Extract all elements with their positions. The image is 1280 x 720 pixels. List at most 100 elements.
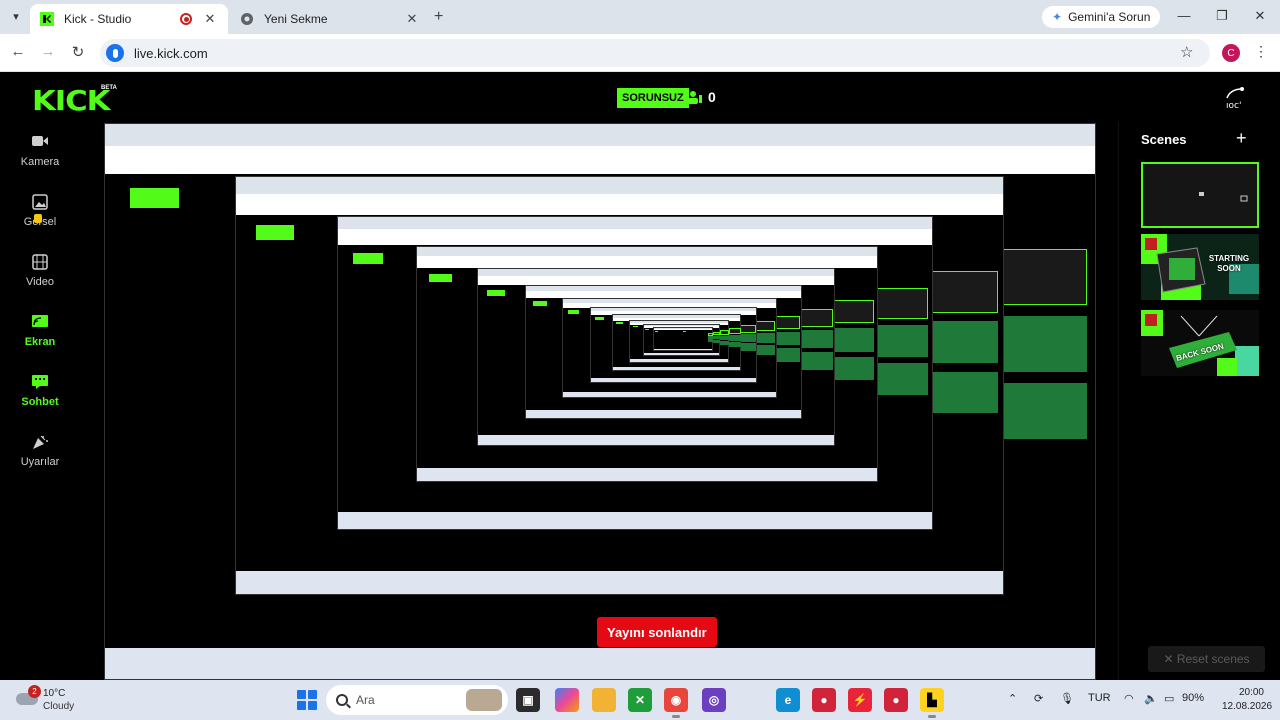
chrome-taskbar-icon[interactable]: ◉ <box>664 688 688 718</box>
chat-icon <box>0 374 80 392</box>
weather-condition: Cloudy <box>43 701 75 712</box>
notification-badge: 2 <box>28 685 41 698</box>
scene-thumbnail-2[interactable]: STARTING SOON <box>1141 234 1259 300</box>
reset-scenes-button[interactable]: ✕ Reset scenes <box>1148 646 1265 672</box>
forward-arrow-icon[interactable]: → <box>38 43 58 60</box>
nested-scene-thumbnail <box>712 332 721 336</box>
input-language[interactable]: TUR <box>1088 692 1111 704</box>
nested-scene-thumbnail <box>719 330 730 335</box>
copilot-icon[interactable] <box>555 688 579 712</box>
sidebar-item-label: Ekran <box>24 336 56 348</box>
screen-recorder-icon[interactable]: ◎ <box>702 688 726 712</box>
scene-label: STARTING SOON <box>1208 254 1250 273</box>
xbox-icon[interactable]: ✕ <box>628 688 652 712</box>
scene-preview-image <box>1143 164 1257 226</box>
nested-scene-thumbnail <box>754 321 776 332</box>
nested-address-bar <box>236 193 1004 215</box>
nested-kick-logo <box>567 310 579 314</box>
add-scene-plus-icon[interactable]: + <box>1236 128 1247 149</box>
nested-kick-logo <box>255 225 295 240</box>
scene-thumbnail-3[interactable]: BACK SOON <box>1141 310 1259 376</box>
gemini-sparkle-icon: ✦ <box>1052 10 1063 24</box>
lightning-app-icon[interactable]: ⚡ <box>848 688 872 712</box>
kick-favicon-icon <box>40 12 54 26</box>
sidebar-item-uyarilar[interactable]: Uyarılar <box>0 434 80 468</box>
end-stream-button[interactable]: Yayını sonlandır <box>597 617 717 647</box>
stream-preview-canvas[interactable] <box>104 123 1096 680</box>
chrome-icon <box>240 12 254 26</box>
tab-label: Kick - Studio <box>64 12 132 26</box>
back-arrow-icon[interactable]: ← <box>8 43 28 60</box>
tab-label: Yeni Sekme <box>264 12 328 26</box>
recording-indicator-icon <box>180 13 192 25</box>
film-icon <box>0 254 80 272</box>
close-window-icon[interactable]: ✕ <box>1250 8 1270 24</box>
microphone-icon[interactable]: 🎙 <box>1060 692 1074 705</box>
nested-taskbar <box>591 377 756 382</box>
ask-gemini-button[interactable]: ✦ Gemini'a Sorun <box>1042 6 1161 28</box>
nested-kick-logo <box>428 273 452 283</box>
windows-start-icon[interactable] <box>297 690 317 710</box>
close-tab-icon[interactable]: ✕ <box>404 11 420 27</box>
restore-window-icon[interactable]: ❐ <box>1212 8 1232 24</box>
nested-scene-thumbnail <box>830 356 875 381</box>
sidebar-item-sohbet[interactable]: Sohbet <box>0 374 80 408</box>
nested-scene-thumbnail <box>830 299 875 324</box>
tab-new-tab[interactable]: Yeni Sekme ✕ <box>230 4 430 34</box>
nested-scene-thumbnail <box>830 328 875 352</box>
browser-menu-icon[interactable]: ⋮ <box>1254 43 1268 60</box>
viewer-count: 0 <box>708 89 716 105</box>
nested-scene-thumbnail <box>871 287 929 319</box>
sidebar-item-ekran[interactable]: Ekran <box>0 314 80 348</box>
microphone-in-use-icon[interactable] <box>106 44 124 62</box>
volume-icon[interactable]: 🔈 <box>1144 692 1158 705</box>
scene-thumbnail-1[interactable] <box>1141 162 1259 228</box>
nested-scene-thumbnail <box>754 345 776 356</box>
system-clock[interactable]: 20:00 12.08.2026 <box>1222 686 1273 714</box>
app-red-2-icon[interactable]: ● <box>884 688 908 712</box>
nested-scene-thumbnail <box>719 335 730 340</box>
profile-avatar[interactable]: C <box>1222 44 1240 62</box>
nested-tab-bar <box>236 176 1004 194</box>
clock-date: 12.08.2026 <box>1222 701 1273 712</box>
new-tab-plus-icon[interactable]: + <box>434 8 450 26</box>
nested-kick-logo <box>595 316 604 320</box>
reload-icon[interactable]: ↻ <box>68 43 88 61</box>
nested-taskbar <box>338 512 933 530</box>
tray-overflow-chevron-icon[interactable]: ⌃ <box>1008 692 1017 705</box>
nested-scene-thumbnail <box>707 339 714 342</box>
nested-scene-thumbnail <box>740 334 756 342</box>
weather-widget[interactable]: 2 10°C Cloudy <box>14 685 94 715</box>
nested-tab-bar <box>338 216 933 230</box>
sync-icon[interactable]: ⟳ <box>1034 692 1043 705</box>
search-placeholder: Ara <box>356 693 375 707</box>
tab-search-menu-icon[interactable]: ▾ <box>6 7 26 27</box>
url-text: live.kick.com <box>134 45 208 61</box>
nested-address-bar <box>105 146 1095 175</box>
taskbar-search-input[interactable]: Ara <box>326 685 508 715</box>
nested-scene-thumbnail <box>728 328 741 334</box>
nested-taskbar <box>630 359 729 362</box>
nested-scene-thumbnail <box>798 309 833 327</box>
minimize-window-icon[interactable]: — <box>1174 8 1194 23</box>
file-explorer-icon[interactable] <box>592 688 616 712</box>
sidebar-item-kamera[interactable]: Kamera <box>0 134 80 168</box>
nested-scene-thumbnail <box>798 351 833 370</box>
close-tab-icon[interactable]: ✕ <box>202 11 218 27</box>
battery-icon[interactable]: ▭ <box>1164 692 1174 705</box>
clock-time: 20:00 <box>1238 687 1264 698</box>
search-icon <box>336 694 348 706</box>
address-bar[interactable]: live.kick.com <box>100 39 1210 67</box>
bookmark-star-icon[interactable]: ☆ <box>1180 43 1193 61</box>
wifi-icon[interactable]: ◠ <box>1124 692 1134 705</box>
edge-icon[interactable]: e <box>776 688 800 712</box>
kick-logo[interactable]: KICK <box>32 84 111 117</box>
user-avatar[interactable]: ıoc' <box>1222 84 1248 110</box>
nested-scene-thumbnail <box>740 343 756 351</box>
sidebar-item-video[interactable]: Video <box>0 254 80 288</box>
gemini-button-label: Gemini'a Sorun <box>1068 10 1151 24</box>
obs-style-app-icon[interactable]: ▙ <box>920 688 944 718</box>
task-view-icon[interactable]: ▣ <box>516 688 540 712</box>
app-red-icon[interactable]: ● <box>812 688 836 712</box>
tab-kick-studio[interactable]: Kick - Studio ✕ <box>30 4 228 34</box>
